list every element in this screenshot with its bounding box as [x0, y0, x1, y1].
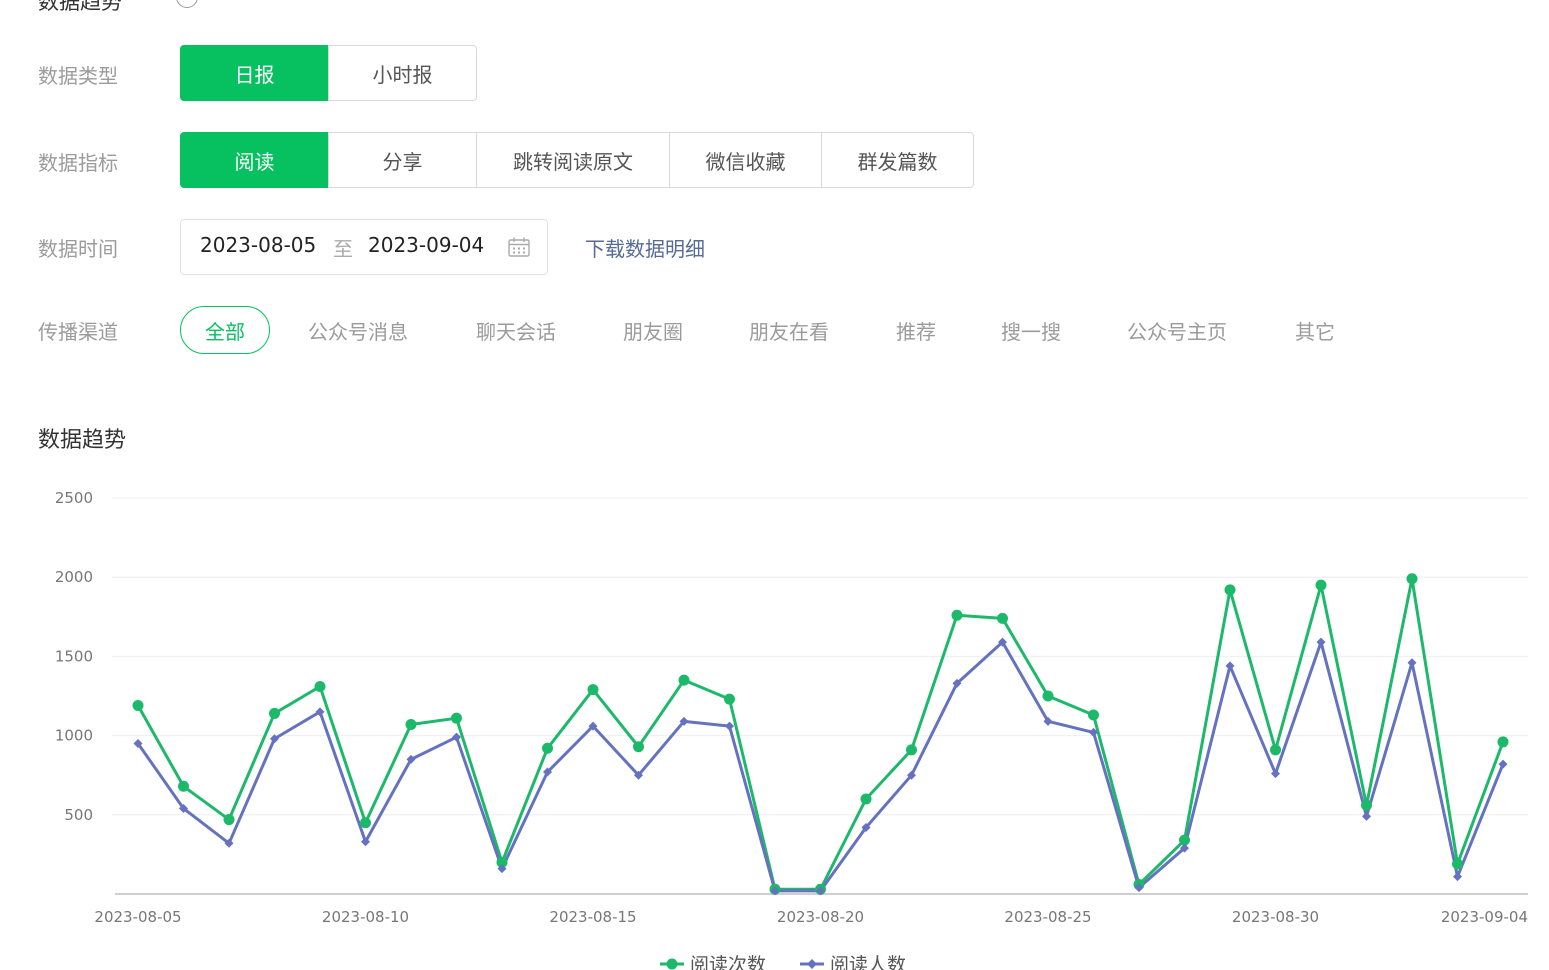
x-tick-label: 2023-08-05: [94, 908, 181, 926]
channel-chat[interactable]: 聊天会话: [476, 316, 556, 345]
data-point-reads: [451, 712, 462, 724]
data-point-reads: [587, 684, 599, 696]
data-point-reads: [1406, 573, 1418, 585]
y-tick-label: 1000: [55, 727, 93, 745]
data-point-reads: [1088, 709, 1099, 721]
metric-posts-button[interactable]: 群发篇数: [821, 132, 974, 188]
x-tick-label: 2023-08-15: [549, 908, 636, 926]
data-point-reads: [1270, 744, 1281, 756]
legend-label-reads: 阅读次数: [690, 954, 766, 970]
data-type-hourly-button[interactable]: 小时报: [328, 45, 477, 101]
metric-share-button[interactable]: 分享: [328, 132, 477, 188]
data-point-users: [1498, 759, 1508, 769]
calendar-icon[interactable]: [508, 237, 530, 257]
data-point-reads: [724, 693, 735, 705]
data-point-reads: [360, 817, 371, 829]
trend-chart: 500 1000 1500 2000 2500 2023-08-05 2023-08-10 2…: [55, 489, 1528, 970]
data-point-reads: [633, 741, 644, 753]
help-icon[interactable]: ?: [176, 0, 198, 8]
data-point-users: [725, 721, 734, 731]
x-tick-label: 2023-08-25: [1004, 908, 1091, 926]
channel-label: 传播渠道: [38, 320, 118, 344]
channel-friends-watching[interactable]: 朋友在看: [749, 316, 829, 345]
date-separator: 至: [333, 237, 353, 261]
date-end[interactable]: 2023-09-04: [368, 233, 484, 257]
channel-homepage[interactable]: 公众号主页: [1127, 316, 1227, 345]
channel-all-button[interactable]: 全部: [180, 306, 270, 354]
data-point-reads: [1042, 690, 1054, 702]
date-start[interactable]: 2023-08-05: [200, 233, 316, 257]
data-point-reads: [269, 707, 280, 719]
data-type-daily-button[interactable]: 日报: [180, 45, 329, 101]
series-line-users: [136, 640, 1505, 893]
data-point-reads: [223, 814, 235, 826]
y-tick-label: 500: [64, 806, 93, 824]
y-tick-label: 2500: [55, 489, 93, 507]
data-point-reads: [951, 609, 963, 621]
data-type-label: 数据类型: [38, 64, 118, 88]
channel-recommend[interactable]: 推荐: [896, 316, 936, 345]
data-point-reads: [542, 742, 553, 754]
data-point-users: [1407, 658, 1417, 668]
time-label: 数据时间: [38, 237, 118, 261]
data-point-users: [1362, 811, 1371, 821]
channel-other[interactable]: 其它: [1295, 316, 1335, 345]
x-tick-label: 2023-08-10: [322, 908, 409, 926]
data-point-reads: [860, 793, 872, 805]
legend-marker-users: [807, 959, 817, 969]
page-title: 数据趋势: [38, 0, 122, 14]
data-point-users: [1271, 769, 1280, 779]
data-point-users: [1316, 637, 1326, 647]
y-tick-label: 2000: [55, 568, 93, 586]
data-point-reads: [1224, 584, 1236, 596]
y-tick-label: 1500: [55, 647, 93, 665]
data-point-users: [1453, 872, 1462, 882]
metric-toggle: 阅读 分享 跳转阅读原文 微信收藏 群发篇数: [180, 132, 974, 188]
data-point-reads: [997, 612, 1008, 624]
data-point-reads: [1315, 579, 1327, 591]
data-type-toggle: 日报 小时报: [180, 45, 477, 101]
data-point-reads: [314, 680, 326, 692]
data-point-reads: [906, 744, 917, 756]
data-point-users: [1225, 661, 1235, 671]
legend-marker-reads: [666, 958, 678, 970]
download-details-link[interactable]: 下载数据明细: [585, 233, 705, 262]
x-tick-label: 2023-09-04: [1441, 908, 1528, 926]
metric-label: 数据指标: [38, 151, 118, 175]
section-title: 数据趋势: [38, 428, 127, 453]
series-line-reads: [136, 577, 1505, 891]
data-point-reads: [1452, 858, 1463, 870]
metric-read-original-button[interactable]: 跳转阅读原文: [476, 132, 670, 188]
data-point-reads: [178, 780, 189, 792]
data-point-reads: [1497, 736, 1509, 748]
metric-read-button[interactable]: 阅读: [180, 132, 329, 188]
x-tick-label: 2023-08-30: [1232, 908, 1319, 926]
channel-search[interactable]: 搜一搜: [1001, 316, 1061, 345]
data-point-reads: [132, 700, 144, 712]
data-point-reads: [1361, 799, 1372, 811]
data-point-reads: [678, 674, 690, 686]
metric-favorite-button[interactable]: 微信收藏: [669, 132, 822, 188]
channel-official-message[interactable]: 公众号消息: [308, 316, 408, 345]
legend-label-users: 阅读人数: [830, 954, 906, 970]
x-tick-label: 2023-08-20: [777, 908, 864, 926]
data-point-reads: [405, 719, 417, 731]
channel-moments[interactable]: 朋友圈: [623, 316, 683, 345]
